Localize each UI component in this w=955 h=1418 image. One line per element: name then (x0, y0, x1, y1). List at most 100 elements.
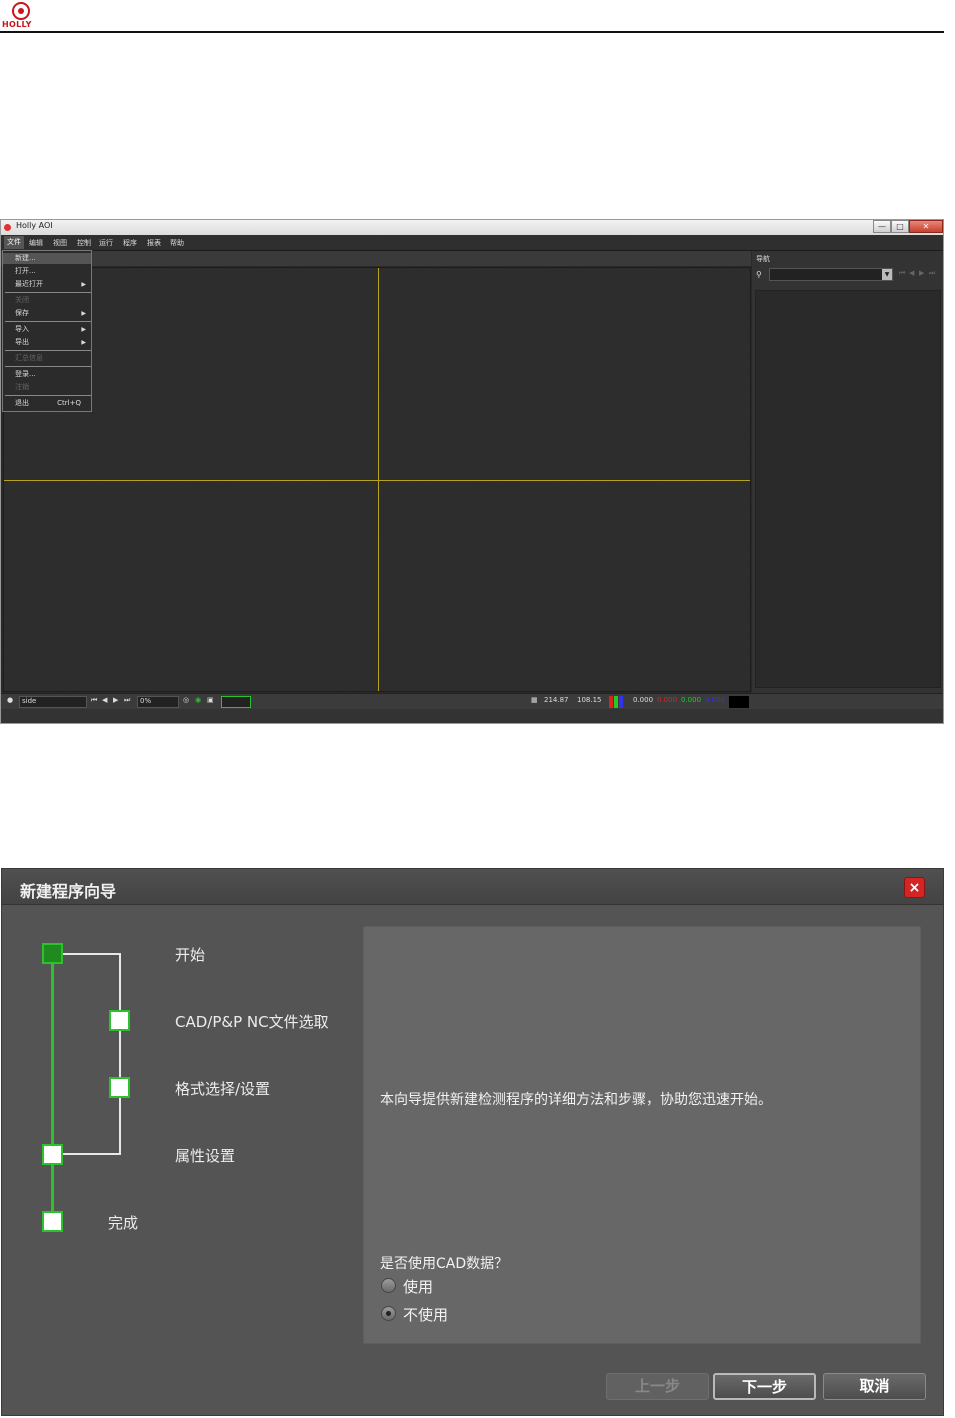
step-label-format: 格式选择/设置 (175, 1080, 271, 1098)
menu-item-summary: 汇总信息 (15, 354, 43, 362)
search-icon[interactable]: ⚲ (756, 270, 762, 279)
chevron-down-icon: ▼ (882, 269, 892, 280)
green-value: 0.000 (681, 696, 702, 704)
crosshair-horizontal (4, 480, 750, 481)
menu-item-open[interactable]: 打开... (3, 266, 91, 277)
menu-separator (5, 366, 91, 367)
image-canvas[interactable] (3, 267, 751, 692)
cad-question: 是否使用CAD数据？ (380, 1256, 509, 1272)
menu-separator (5, 292, 91, 293)
radio-no-cad[interactable] (381, 1306, 396, 1321)
blue-value: 0.000 (705, 696, 726, 704)
menu-edit[interactable]: 编辑 (29, 238, 43, 248)
submenu-arrow-icon: ▶ (81, 339, 86, 346)
blue-channel-swatch (619, 696, 623, 708)
close-window-button[interactable]: ✕ (909, 220, 943, 233)
logo-text: HOLLY (2, 20, 32, 29)
navigation-panel: 导航 ⚲ ▼ ⏮ ◀ ▶ ⏭ (752, 251, 943, 693)
logo-emblem-icon (12, 2, 30, 20)
minimize-button[interactable]: — (873, 220, 891, 233)
wizard-titlebar: 新建程序向导 × (2, 869, 943, 905)
step-indicator-format (109, 1077, 130, 1098)
branch-line-top (62, 953, 121, 955)
status-bar: ● side ⏮ ◀ ▶ ⏭ 0% ◎ ◉ ▣ ▦ 214.87 108.15 … (1, 693, 943, 709)
submenu-arrow-icon: ▶ (81, 326, 86, 333)
app-title: Holly AOI (16, 221, 53, 230)
menubar: 文件 编辑 视图 控制 运行 程序 报表 帮助 (1, 235, 943, 251)
camera-icon[interactable]: ▣ (207, 696, 214, 704)
red-value: 0.000 (657, 696, 678, 704)
step-label-finish: 完成 (108, 1214, 139, 1232)
nav-panel-title: 导航 (756, 255, 770, 263)
app-titlebar: Holly AOI — □ ✕ (1, 220, 943, 235)
menu-item-close: 关闭 (15, 296, 29, 304)
microphone-icon: ● (7, 696, 14, 704)
radio-use-cad-label[interactable]: 使用 (403, 1276, 433, 1297)
toolbar (1, 251, 751, 266)
app-icon (4, 224, 11, 231)
menu-item-new[interactable]: 新建... (3, 253, 91, 264)
menu-report[interactable]: 报表 (147, 238, 161, 248)
nav-thumbnail-area[interactable] (755, 290, 941, 688)
progress-track-main (51, 953, 54, 1223)
header-divider (0, 31, 944, 33)
menu-item-recent[interactable]: 最近打开 ▶ (3, 279, 91, 290)
radio-use-cad[interactable] (381, 1278, 396, 1293)
prev-frame-icon[interactable]: ◀ (102, 696, 107, 704)
branch-line-bottom (62, 1153, 121, 1155)
nav-combo-select[interactable]: ▼ (769, 268, 893, 281)
company-logo: HOLLY (2, 2, 42, 30)
target-icon[interactable]: ◎ (183, 696, 189, 704)
maximize-button[interactable]: □ (891, 220, 909, 233)
menu-item-export[interactable]: 导出 ▶ (3, 337, 91, 348)
view-select[interactable]: side (19, 696, 87, 708)
color-select[interactable] (221, 696, 251, 708)
eye-icon[interactable]: ◉ (195, 696, 201, 704)
menu-item-login[interactable]: 登录... (3, 369, 91, 380)
menu-view[interactable]: 视图 (53, 238, 67, 248)
red-channel-swatch (609, 696, 613, 708)
prev-icon[interactable]: ◀ (909, 269, 914, 277)
step-indicator-cad (109, 1010, 130, 1031)
menu-item-import[interactable]: 导入 ▶ (3, 324, 91, 335)
menu-item-exit[interactable]: 退出 Ctrl+Q (3, 398, 91, 409)
zoom-select[interactable]: 0% (137, 696, 179, 708)
next-icon[interactable]: ▶ (919, 269, 924, 277)
coordinate-icon: ▦ (531, 696, 538, 704)
close-icon[interactable]: × (904, 877, 925, 898)
menu-control[interactable]: 控制 (77, 238, 91, 248)
cancel-button[interactable]: 取消 (823, 1373, 926, 1400)
last-frame-icon[interactable]: ⏭ (124, 696, 130, 705)
menu-help[interactable]: 帮助 (170, 238, 184, 248)
step-indicator-finish (42, 1211, 63, 1232)
menu-file[interactable]: 文件 (4, 236, 24, 249)
bottom-strip (1, 709, 943, 723)
menu-run[interactable]: 运行 (99, 238, 113, 248)
radio-no-cad-label[interactable]: 不使用 (403, 1304, 448, 1325)
menu-item-save[interactable]: 保存 ▶ (3, 308, 91, 319)
green-channel-swatch (614, 696, 618, 708)
first-icon[interactable]: ⏮ (899, 269, 905, 278)
intensity-value: 0.000 (633, 696, 654, 704)
first-frame-icon[interactable]: ⏮ (91, 696, 97, 705)
step-label-start: 开始 (175, 946, 206, 964)
submenu-arrow-icon: ▶ (81, 281, 86, 288)
menu-separator (5, 350, 91, 351)
step-indicator-start (42, 943, 63, 964)
menu-item-logout: 注销 (15, 383, 29, 391)
last-icon[interactable]: ⏭ (929, 269, 935, 278)
wizard-content-panel: 本向导提供新建检测程序的详细方法和步骤，协助您迅速开始。 是否使用CAD数据？ … (363, 926, 921, 1344)
app-window: Holly AOI — □ ✕ 文件 编辑 视图 控制 运行 程序 报表 帮助 … (0, 219, 944, 724)
wizard-title: 新建程序向导 (20, 882, 117, 901)
next-button[interactable]: 下一步 (713, 1373, 816, 1400)
coord-y: 108.15 (577, 696, 602, 704)
color-preview-swatch (729, 696, 749, 708)
next-frame-icon[interactable]: ▶ (113, 696, 118, 704)
file-menu-dropdown: 新建... 打开... 最近打开 ▶ 关闭 保存 ▶ 导入 ▶ 导出 ▶ 汇总信息 登录… (2, 250, 92, 412)
prev-button[interactable]: 上一步 (606, 1373, 709, 1400)
menu-separator (5, 395, 91, 396)
shortcut-label: Ctrl+Q (57, 399, 81, 407)
menu-program[interactable]: 程序 (123, 238, 137, 248)
menu-separator (5, 321, 91, 322)
submenu-arrow-icon: ▶ (81, 310, 86, 317)
